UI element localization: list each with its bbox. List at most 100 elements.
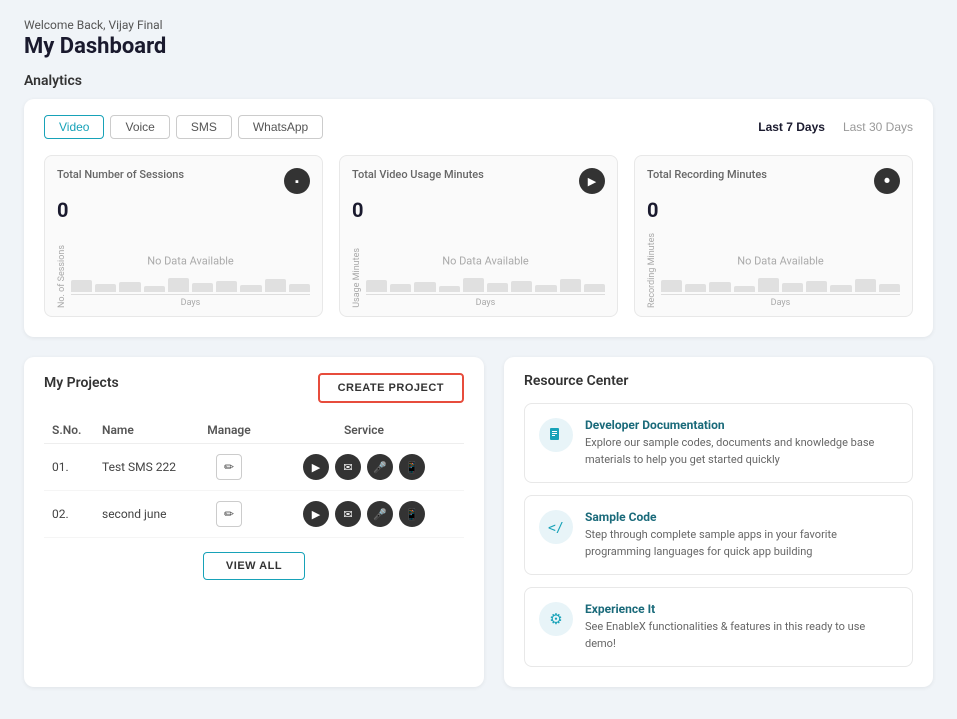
chat-icon[interactable]: ✉	[335, 454, 361, 480]
chart-recording-body: No Data Available Days	[661, 228, 900, 308]
chart-recording-icon: ⏺	[874, 168, 900, 194]
tab-sms[interactable]: SMS	[176, 115, 232, 139]
whatsapp-icon[interactable]: 📱	[399, 454, 425, 480]
chart-usage-bars: No Data Available	[366, 228, 605, 295]
bar	[511, 281, 532, 292]
chart-sessions-area: No. of Sessions	[57, 228, 310, 308]
bar	[366, 280, 387, 292]
chart-sessions: Total Number of Sessions ▪ 0 No. of Sess…	[44, 155, 323, 317]
bar	[830, 285, 851, 292]
col-service: Service	[264, 417, 464, 444]
chart-sessions-body: No Data Available Days	[71, 228, 310, 308]
resource-items: Developer Documentation Explore our sampl…	[524, 403, 913, 667]
resource-section-title: Resource Center	[524, 373, 913, 389]
tab-video[interactable]: Video	[44, 115, 104, 139]
mic-icon[interactable]: 🎤	[367, 454, 393, 480]
bar	[192, 283, 213, 292]
filter-last-30-days[interactable]: Last 30 Days	[843, 120, 913, 134]
bar	[734, 286, 755, 292]
projects-header: My Projects CREATE PROJECT	[44, 373, 464, 403]
row-no: 01.	[44, 444, 94, 491]
analytics-card: Video Voice SMS WhatsApp Last 7 Days Las…	[24, 99, 933, 337]
resource-content: Experience ItSee EnableX functionalities…	[585, 602, 898, 652]
tab-whatsapp[interactable]: WhatsApp	[238, 115, 323, 139]
video-icon[interactable]: ▶	[303, 454, 329, 480]
table-row: 01.Test SMS 222✏▶✉🎤📱	[44, 444, 464, 491]
chart-usage-icon: ▶	[579, 168, 605, 194]
col-sno: S.No.	[44, 417, 94, 444]
projects-section-title: My Projects	[44, 375, 119, 391]
resource-icon	[539, 418, 573, 452]
resource-title: Sample Code	[585, 510, 898, 524]
bar	[584, 284, 605, 292]
welcome-text: Welcome Back, Vijay Final	[24, 18, 933, 32]
resource-content: Sample Code Step through complete sample …	[585, 510, 898, 560]
bottom-section: My Projects CREATE PROJECT S.No. Name Ma…	[24, 357, 933, 687]
resource-title: Experience It	[585, 602, 898, 616]
chart-sessions-header: Total Number of Sessions ▪	[57, 168, 310, 194]
resource-item[interactable]: Developer Documentation Explore our sampl…	[524, 403, 913, 483]
table-header-row: S.No. Name Manage Service	[44, 417, 464, 444]
bar	[879, 284, 900, 292]
chart-usage-ylabel: Usage Minutes	[352, 248, 362, 308]
chat-icon[interactable]: ✉	[335, 501, 361, 527]
bar	[560, 279, 581, 292]
bar	[463, 278, 484, 292]
chart-sessions-ylabel: No. of Sessions	[57, 245, 67, 308]
filter-last-7-days[interactable]: Last 7 Days	[758, 120, 825, 134]
chart-sessions-icon: ▪	[284, 168, 310, 194]
resource-item[interactable]: </> Sample Code Step through complete samp…	[524, 495, 913, 575]
bar	[487, 283, 508, 292]
no-data-usage: No Data Available	[442, 255, 529, 268]
col-manage: Manage	[194, 417, 264, 444]
resource-card: Resource Center Developer Documentation E…	[504, 357, 933, 687]
bar	[119, 282, 140, 292]
chart-recording-bars: No Data Available	[661, 228, 900, 295]
bar	[265, 279, 286, 292]
resource-item[interactable]: ⚙Experience ItSee EnableX functionalitie…	[524, 587, 913, 667]
chart-usage-area: Usage Minutes	[352, 228, 605, 308]
chart-usage-header: Total Video Usage Minutes ▶	[352, 168, 605, 194]
bar	[240, 285, 261, 292]
resource-description: Step through complete sample apps in you…	[585, 527, 898, 560]
chart-recording: Total Recording Minutes ⏺ 0 Recording Mi…	[634, 155, 913, 317]
chart-recording-ylabel: Recording Minutes	[647, 233, 657, 308]
row-name: second june	[94, 491, 194, 538]
whatsapp-icon[interactable]: 📱	[399, 501, 425, 527]
chart-recording-label: Total Recording Minutes	[647, 168, 767, 181]
analytics-tabs-row: Video Voice SMS WhatsApp Last 7 Days Las…	[44, 115, 913, 139]
row-no: 02.	[44, 491, 94, 538]
bar	[390, 284, 411, 292]
chart-sessions-xlabel: Days	[71, 298, 310, 308]
resource-description: Explore our sample codes, documents and …	[585, 435, 898, 468]
bar	[168, 278, 189, 292]
row-service: ▶✉🎤📱	[264, 444, 464, 491]
bar	[216, 281, 237, 292]
page-wrapper: Welcome Back, Vijay Final My Dashboard A…	[0, 0, 957, 705]
bar	[782, 283, 803, 292]
resource-icon: </>	[539, 510, 573, 544]
video-icon[interactable]: ▶	[303, 501, 329, 527]
bar	[439, 286, 460, 292]
chart-recording-area: Recording Minutes	[647, 228, 900, 308]
bar	[414, 282, 435, 292]
create-project-button[interactable]: CREATE PROJECT	[318, 373, 464, 403]
analytics-section-title: Analytics	[24, 73, 933, 89]
edit-button[interactable]: ✏	[216, 501, 242, 527]
charts-row: Total Number of Sessions ▪ 0 No. of Sess…	[44, 155, 913, 317]
col-name: Name	[94, 417, 194, 444]
row-service: ▶✉🎤📱	[264, 491, 464, 538]
projects-card: My Projects CREATE PROJECT S.No. Name Ma…	[24, 357, 484, 687]
edit-button[interactable]: ✏	[216, 454, 242, 480]
chart-recording-xlabel: Days	[661, 298, 900, 308]
chart-usage-value: 0	[352, 198, 605, 222]
projects-table: S.No. Name Manage Service 01.Test SMS 22…	[44, 417, 464, 538]
tab-voice[interactable]: Voice	[110, 115, 169, 139]
chart-usage-xlabel: Days	[366, 298, 605, 308]
no-data-recording: No Data Available	[737, 255, 824, 268]
view-all-button[interactable]: VIEW ALL	[203, 552, 305, 580]
table-row: 02.second june ✏ ▶✉🎤📱	[44, 491, 464, 538]
resource-title: Developer Documentation	[585, 418, 898, 432]
chart-sessions-bars: No Data Available	[71, 228, 310, 295]
mic-icon[interactable]: 🎤	[367, 501, 393, 527]
